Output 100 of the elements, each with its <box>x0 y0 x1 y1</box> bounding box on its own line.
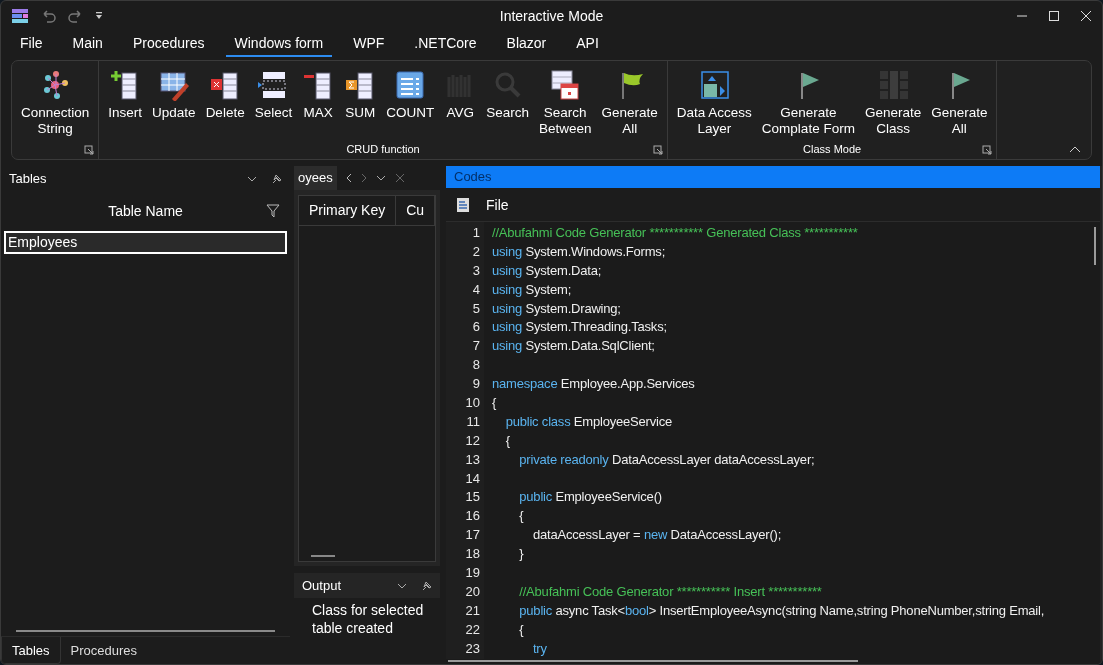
previous-icon[interactable] <box>345 173 352 183</box>
group-label: CRUD function <box>346 143 420 155</box>
ribbon-button[interactable]: Generate All <box>926 65 993 143</box>
line-number: 15 <box>464 489 481 507</box>
panel-title: Codes <box>454 169 492 184</box>
code-line: //Abufahmi Code Generator *********** Generated Class *********** <box>492 225 859 242</box>
line-number: 22 <box>464 621 481 639</box>
code-line: public class EmployeeService <box>504 413 674 431</box>
column-header: Primary Key <box>299 196 397 225</box>
document-tab[interactable]: oyees <box>294 166 337 190</box>
column-header: Cu <box>396 196 435 225</box>
line-number: 12 <box>464 432 481 450</box>
line-number: 3 <box>471 262 481 280</box>
code-line: { <box>518 621 525 639</box>
code-line: { <box>492 395 498 412</box>
ribbon-button[interactable]: COUNT <box>381 65 440 143</box>
table-row[interactable]: Employees <box>4 231 287 254</box>
scrollbar[interactable] <box>1094 227 1096 265</box>
code-line: using System.Threading.Tasks; <box>492 319 668 337</box>
line-number: 2 <box>471 243 481 261</box>
line-number: 7 <box>471 338 481 356</box>
calendar-grid-icon <box>549 69 582 101</box>
ribbon-button[interactable]: MAX <box>297 65 340 143</box>
code-line: using System; <box>492 281 573 299</box>
ribbon-button[interactable]: SUM <box>339 65 382 143</box>
menu-tab[interactable]: Windows form <box>225 35 333 57</box>
panel-tab[interactable]: Procedures <box>60 637 148 664</box>
window-title: Interactive Mode <box>499 8 604 24</box>
list-icon <box>394 69 427 101</box>
line-number: 23 <box>464 640 481 658</box>
line-number: 5 <box>471 300 481 318</box>
code-line: public EmployeeService() <box>518 489 663 507</box>
line-number: 9 <box>471 376 481 394</box>
app-icon[interactable] <box>11 7 29 25</box>
code-line: private readonly DataAccessLayer dataAccessLayer; <box>518 451 816 469</box>
filter-icon[interactable] <box>266 204 280 218</box>
menu-tab[interactable]: Main <box>63 35 112 57</box>
line-number: 21 <box>464 602 481 620</box>
line-number: 11 <box>465 413 481 431</box>
code-line: try <box>531 640 548 658</box>
group-label: Class Mode <box>803 143 862 155</box>
line-number: 19 <box>464 565 481 583</box>
menu-tab[interactable]: Blazor <box>497 35 556 57</box>
menu-tab[interactable]: .NETCore <box>405 35 486 57</box>
line-number: 20 <box>464 583 481 601</box>
ribbon-button[interactable]: Select <box>249 65 298 143</box>
ribbon-button[interactable]: Generate All <box>596 65 663 143</box>
ribbon-button[interactable]: Delete <box>200 65 250 143</box>
menu-item[interactable]: File <box>486 196 509 213</box>
output-message: Class for selected table created <box>294 598 440 661</box>
collapse-ribbon-icon[interactable] <box>1069 145 1081 153</box>
columns-icon <box>877 69 910 101</box>
chevron-down-icon[interactable] <box>247 175 257 182</box>
chevron-down-icon[interactable] <box>397 582 407 589</box>
scrollbar[interactable] <box>16 630 275 632</box>
dialog-launcher-icon[interactable] <box>982 145 993 155</box>
code-line: using System.Data; <box>492 262 603 280</box>
panel-title: Output <box>302 578 343 593</box>
menu-tab[interactable]: API <box>567 35 608 57</box>
ribbon-button[interactable]: Connection String <box>16 65 95 143</box>
line-number: 16 <box>464 508 481 526</box>
document-icon[interactable] <box>456 196 470 213</box>
menu-tab[interactable]: Procedures <box>123 35 214 57</box>
panel-tab[interactable]: Tables <box>1 637 61 664</box>
ribbon-button[interactable]: Insert <box>103 65 148 143</box>
ribbon-button[interactable]: Data Access Layer <box>671 65 757 143</box>
next-icon[interactable] <box>360 173 367 183</box>
menu-tab[interactable]: WPF <box>344 35 394 57</box>
line-number: 8 <box>471 357 481 375</box>
dialog-launcher-icon[interactable] <box>84 145 95 155</box>
code-line: { <box>518 508 525 526</box>
grid-pencil-icon <box>157 69 190 101</box>
layers-icon <box>698 69 731 101</box>
scrollbar[interactable] <box>448 660 858 662</box>
ribbon-button[interactable]: Update <box>147 65 201 143</box>
scrollbar[interactable] <box>311 555 335 557</box>
code-line: } <box>518 546 525 564</box>
line-number: 14 <box>464 470 481 488</box>
code-line: { <box>504 432 511 450</box>
menu-tab[interactable]: File <box>11 35 52 57</box>
ribbon-button[interactable]: Search Between <box>533 65 597 143</box>
maximize-icon[interactable] <box>1046 8 1062 24</box>
panel-title: Tables <box>9 171 48 186</box>
dialog-launcher-icon[interactable] <box>652 145 663 155</box>
code-line: namespace Employee.App.Services <box>492 376 696 394</box>
ribbon-button[interactable]: Generate Complate Form <box>756 65 860 143</box>
line-number: 10 <box>464 395 481 412</box>
line-number: 18 <box>464 546 481 564</box>
line-number: 13 <box>464 451 481 469</box>
customize-caret-icon[interactable] <box>95 11 103 21</box>
code-line: using System.Drawing; <box>492 300 622 318</box>
close-icon[interactable] <box>1078 8 1094 24</box>
code-line: using System.Windows.Forms; <box>492 243 667 261</box>
code-line: using System.Data.SqlClient; <box>492 338 656 356</box>
line-number: 1 <box>471 225 481 242</box>
chevron-down-icon[interactable] <box>375 175 386 181</box>
code-line: dataAccessLayer = new DataAccessLayer(); <box>531 527 783 545</box>
line-number: 6 <box>471 319 481 337</box>
line-number: 4 <box>471 281 481 299</box>
code-line: //Abufahmi Code Generator *********** Insert *********** <box>518 583 823 601</box>
